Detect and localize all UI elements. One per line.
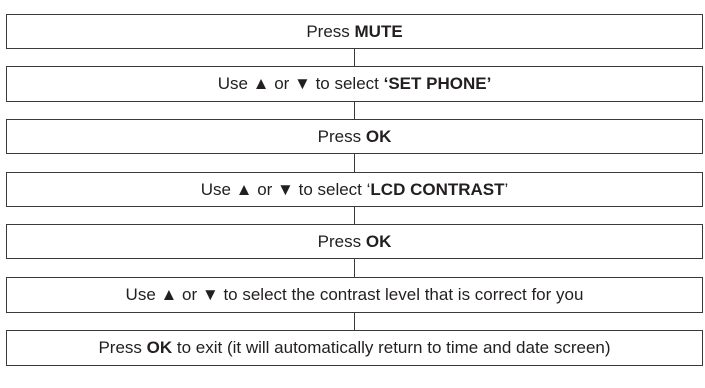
step-6-box: Use ▲ or ▼ to select the contrast level … [6, 277, 703, 313]
step-2-text: Use ▲ or ▼ to select ‘SET PHONE’ [217, 74, 492, 93]
step-4-text: Use ▲ or ▼ to select ‘LCD CONTRAST’ [200, 179, 509, 199]
step-1-box: Press MUTE [6, 14, 703, 49]
connector-4 [354, 207, 355, 224]
connector-5 [354, 259, 355, 277]
step-3-text: Press OK [317, 126, 392, 146]
step-2-box: Use ▲ or ▼ to select ‘SET PHONE’ [6, 66, 703, 102]
step-1-text: Press MUTE [306, 21, 403, 41]
step-5-text: Press OK [317, 231, 392, 251]
step-5-box: Press OK [6, 224, 703, 259]
step-4-box: Use ▲ or ▼ to select ‘LCD CONTRAST’ [6, 172, 703, 207]
step-3-box: Press OK [6, 119, 703, 154]
connector-1 [354, 49, 355, 66]
connector-6 [354, 313, 355, 330]
step-7-box: Press OK to exit (it will automatically … [6, 330, 703, 366]
connector-3 [354, 154, 355, 172]
step-6-text: Use ▲ or ▼ to select the contrast level … [125, 285, 584, 304]
connector-2 [354, 102, 355, 119]
step-7-text: Press OK to exit (it will automatically … [98, 338, 611, 357]
